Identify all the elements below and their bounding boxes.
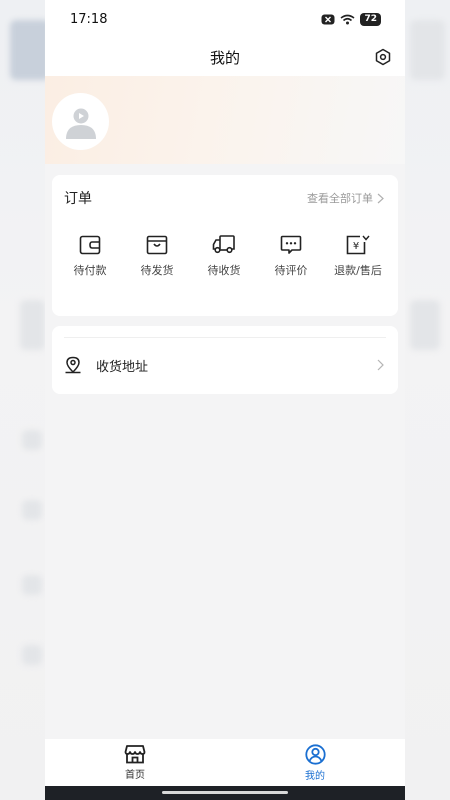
address-row[interactable]: 收货地址 (64, 350, 384, 380)
view-all-orders-link[interactable]: 查看全部订单 (307, 190, 384, 206)
refund-icon: ¥ (346, 235, 370, 255)
status-bar: 17:18 72 (45, 0, 405, 38)
order-item-label: 待收货 (207, 264, 241, 277)
chevron-right-icon (377, 359, 384, 371)
background-ghost (410, 20, 445, 80)
box-icon (146, 235, 168, 255)
wifi-icon (340, 14, 355, 24)
order-item-label: 退款/售后 (334, 264, 382, 277)
orders-title: 订单 (64, 191, 92, 207)
order-item-label: 待付款 (73, 264, 107, 277)
location-icon (65, 356, 81, 374)
background-ghost (22, 645, 42, 665)
order-item-pending-receipt[interactable]: 待收货 (192, 233, 256, 278)
order-item-pending-review[interactable]: 待评价 (259, 233, 323, 278)
background-ghost (22, 430, 42, 450)
orders-card: 订单 查看全部订单 待付款 待发货 待收货 待评价 ¥ 退款/售后 (52, 175, 398, 316)
profile-header (45, 76, 405, 164)
orders-header: 订单 查看全部订单 (52, 175, 398, 221)
gear-icon (375, 48, 391, 66)
tab-home[interactable]: 首页 (45, 739, 225, 786)
svg-text:¥: ¥ (353, 241, 359, 252)
bottom-tab-bar: 首页 我的 (45, 739, 405, 786)
app-window: 17:18 72 我的 订单 查看全部订单 待付款 待发货 待收货 待评价 ¥ … (45, 0, 405, 800)
address-label: 收货地址 (96, 359, 149, 375)
chevron-right-icon (377, 193, 384, 203)
background-ghost (410, 300, 440, 350)
background-ghost (10, 20, 50, 80)
page-header: 我的 (45, 38, 405, 76)
tab-label: 首页 (125, 770, 145, 781)
order-item-refund[interactable]: ¥ 退款/售后 (326, 233, 390, 278)
order-item-label: 待发货 (140, 264, 174, 277)
notification-icon (321, 14, 335, 24)
background-ghost (22, 575, 42, 595)
order-item-pending-shipment[interactable]: 待发货 (125, 233, 189, 278)
truck-icon (212, 235, 235, 254)
page-title: 我的 (209, 48, 240, 67)
tab-mine[interactable]: 我的 (225, 739, 405, 786)
order-item-label: 待评价 (274, 264, 308, 277)
user-circle-icon (304, 744, 326, 765)
store-icon (124, 745, 146, 764)
default-avatar-icon (65, 108, 96, 139)
tab-label: 我的 (305, 771, 325, 782)
status-time: 17:18 (70, 11, 108, 27)
avatar[interactable] (52, 93, 109, 150)
divider (64, 337, 386, 338)
address-card: 收货地址 (52, 326, 398, 394)
status-icons: 72 (321, 12, 381, 26)
system-navigation-bar (45, 786, 405, 800)
wallet-icon (79, 235, 101, 255)
settings-button[interactable] (373, 47, 393, 67)
order-item-pending-payment[interactable]: 待付款 (58, 233, 122, 278)
comment-icon (280, 235, 302, 254)
home-indicator[interactable] (162, 791, 288, 794)
view-all-orders-label: 查看全部订单 (307, 192, 373, 205)
order-status-list: 待付款 待发货 待收货 待评价 ¥ 退款/售后 (52, 221, 398, 278)
background-ghost (22, 500, 42, 520)
background-ghost (20, 300, 45, 350)
battery-indicator: 72 (360, 12, 381, 26)
